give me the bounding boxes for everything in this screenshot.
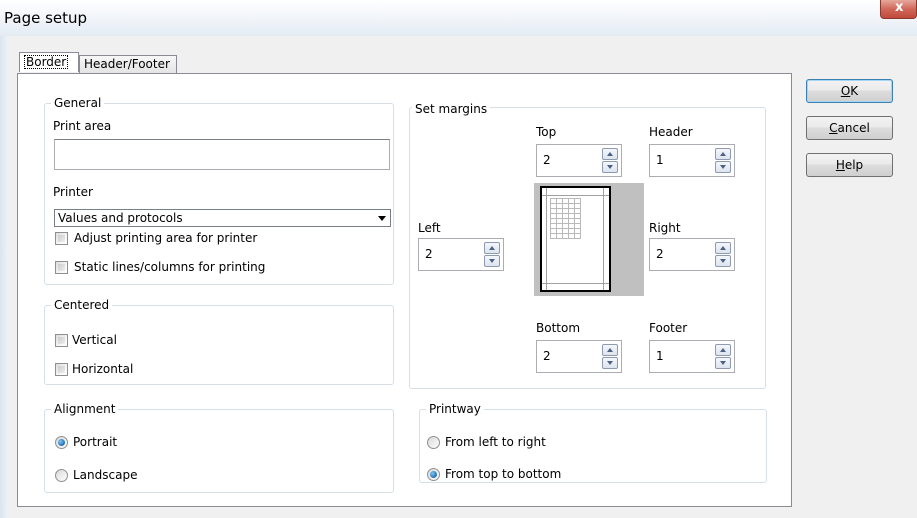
preview-margin-guide-left	[546, 188, 547, 290]
footer-margin-value[interactable]: 1	[656, 349, 664, 363]
cancel-button[interactable]: Cancel	[806, 116, 893, 140]
spin-up-icon[interactable]	[715, 344, 731, 356]
spin-down-icon[interactable]	[715, 357, 731, 369]
right-margin-value[interactable]: 2	[656, 247, 664, 261]
spin-up-icon[interactable]	[715, 242, 731, 254]
spin-down-icon[interactable]	[602, 357, 618, 369]
left-margin-label: Left	[418, 221, 441, 235]
horizontal-checkbox[interactable]	[55, 363, 68, 376]
window-title: Page setup	[4, 9, 88, 27]
tab-header-footer[interactable]: Header/Footer	[79, 55, 177, 73]
set-margins-group: Set margins Top 2 Header 1 Left 2 Right …	[409, 102, 766, 389]
printway-group: Printway From left to right From top to …	[419, 402, 767, 483]
adjust-printing-area-label[interactable]: Adjust printing area for printer	[74, 231, 257, 245]
portrait-radio[interactable]	[55, 436, 68, 449]
help-button[interactable]: Help	[806, 153, 893, 177]
landscape-radio[interactable]	[55, 469, 68, 482]
header-margin-label: Header	[649, 125, 693, 139]
printway-group-title: Printway	[426, 402, 484, 416]
left-margin-value[interactable]: 2	[425, 247, 433, 261]
spin-up-icon[interactable]	[602, 344, 618, 356]
title-bar: Page setup x	[0, 0, 917, 36]
tab-border-label: Border	[24, 55, 69, 69]
footer-margin-spinner[interactable]: 1	[649, 340, 735, 373]
left-margin-spinner[interactable]: 2	[418, 238, 504, 271]
printer-label: Printer	[53, 185, 93, 199]
spin-up-icon[interactable]	[602, 148, 618, 160]
left-to-right-radio[interactable]	[427, 436, 440, 449]
right-margin-label: Right	[649, 221, 681, 235]
centered-group: Centered Vertical Horizontal	[44, 298, 394, 385]
window-frame-left	[0, 36, 8, 518]
static-lines-label[interactable]: Static lines/columns for printing	[74, 260, 265, 274]
adjust-printing-area-checkbox[interactable]	[55, 232, 68, 245]
left-to-right-label[interactable]: From left to right	[445, 435, 546, 449]
header-margin-value[interactable]: 1	[656, 153, 664, 167]
printer-select-value: Values and protocols	[58, 211, 183, 225]
spin-up-icon[interactable]	[715, 148, 731, 160]
alignment-group: Alignment Portrait Landscape	[44, 402, 394, 493]
print-area-label: Print area	[53, 119, 112, 133]
landscape-label[interactable]: Landscape	[73, 468, 137, 482]
close-icon: x	[895, 0, 904, 15]
portrait-label[interactable]: Portrait	[73, 435, 117, 449]
general-group-title: General	[51, 96, 105, 110]
preview-margin-guide-top	[542, 195, 609, 196]
close-button[interactable]: x	[880, 0, 917, 19]
print-area-input[interactable]	[54, 139, 390, 170]
header-margin-spinner[interactable]: 1	[649, 144, 735, 177]
preview-cell-grid	[550, 198, 581, 239]
top-margin-label: Top	[536, 125, 557, 139]
spin-down-icon[interactable]	[715, 255, 731, 267]
set-margins-group-title: Set margins	[412, 102, 491, 116]
tab-border[interactable]: Border	[19, 52, 79, 72]
centered-group-title: Centered	[51, 298, 113, 312]
footer-margin-label: Footer	[649, 321, 688, 335]
printer-select[interactable]: Values and protocols	[54, 209, 391, 227]
ok-button[interactable]: OK	[806, 79, 893, 103]
top-margin-value[interactable]: 2	[543, 153, 551, 167]
tab-header-footer-label: Header/Footer	[84, 57, 170, 71]
top-margin-spinner[interactable]: 2	[536, 144, 622, 177]
top-to-bottom-radio[interactable]	[427, 468, 440, 481]
spin-down-icon[interactable]	[715, 161, 731, 173]
bottom-margin-label: Bottom	[536, 321, 581, 335]
horizontal-label[interactable]: Horizontal	[72, 362, 133, 376]
bottom-margin-spinner[interactable]: 2	[536, 340, 622, 373]
border-tab-panel: General Print area Printer Values and pr…	[17, 73, 792, 507]
spin-down-icon[interactable]	[602, 161, 618, 173]
vertical-label[interactable]: Vertical	[72, 333, 117, 347]
alignment-group-title: Alignment	[51, 402, 119, 416]
preview-margin-guide-right	[603, 188, 604, 290]
vertical-checkbox[interactable]	[55, 334, 68, 347]
spin-up-icon[interactable]	[484, 242, 500, 254]
top-to-bottom-label[interactable]: From top to bottom	[445, 467, 561, 481]
spin-down-icon[interactable]	[484, 255, 500, 267]
bottom-margin-value[interactable]: 2	[543, 349, 551, 363]
general-group: General Print area Printer Values and pr…	[44, 96, 394, 285]
static-lines-checkbox[interactable]	[55, 261, 68, 274]
preview-margin-guide-bottom	[542, 283, 609, 284]
right-margin-spinner[interactable]: 2	[649, 238, 735, 271]
chevron-down-icon[interactable]	[378, 216, 386, 221]
